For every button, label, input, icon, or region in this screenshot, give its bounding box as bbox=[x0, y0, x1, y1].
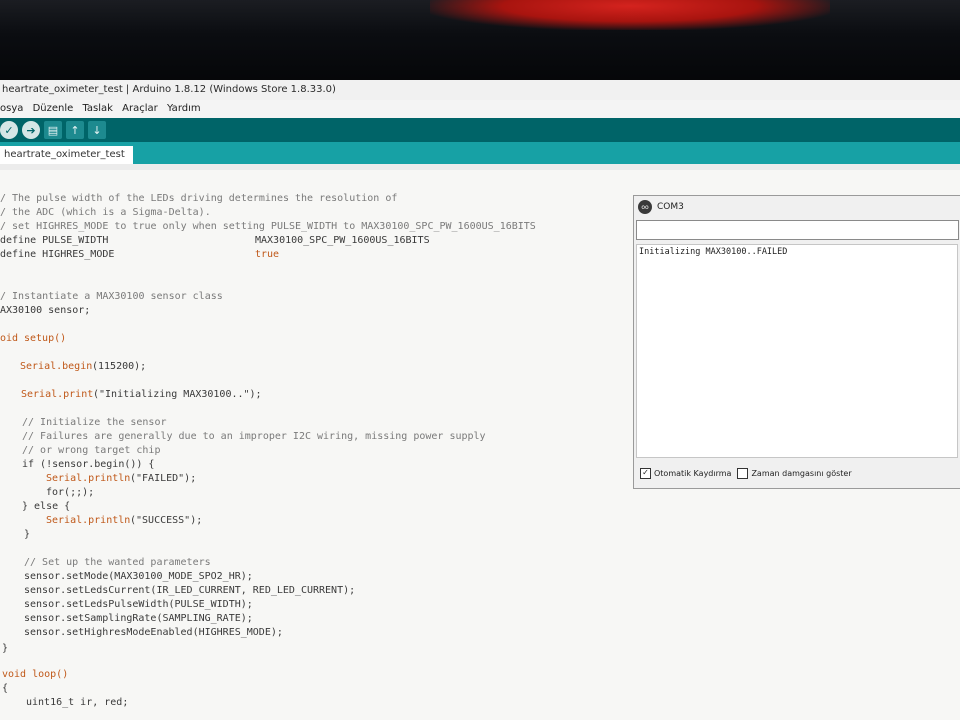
code-line: if (!sensor.begin()) { bbox=[22, 459, 155, 470]
code-line: // or wrong target chip bbox=[22, 445, 161, 456]
code-line: for(;;); bbox=[46, 487, 95, 498]
arrow-up-icon[interactable]: ↑ bbox=[66, 121, 84, 139]
code-line: // Failures are generally due to an impr… bbox=[22, 431, 486, 442]
menu-edit[interactable]: Düzenle bbox=[33, 103, 74, 114]
code-line: } bbox=[2, 643, 9, 654]
serial-monitor-titlebar: oo COM3 bbox=[634, 196, 960, 218]
code-line: (115200); bbox=[92, 361, 147, 372]
code-line: // Set up the wanted parameters bbox=[24, 557, 211, 568]
code-line: { bbox=[2, 683, 9, 694]
new-file-icon[interactable]: ▤ bbox=[44, 121, 62, 139]
code-line: ("FAILED"); bbox=[130, 473, 197, 484]
serial-monitor: oo COM3 Initializing MAX30100..FAILED ✓ … bbox=[633, 195, 960, 489]
arrow-down-icon[interactable]: ↓ bbox=[88, 121, 106, 139]
serial-port-title: COM3 bbox=[657, 202, 684, 212]
menu-file[interactable]: osya bbox=[0, 103, 23, 114]
code-line: void loop() bbox=[2, 669, 69, 680]
code-line: } else { bbox=[22, 501, 71, 512]
serial-output: Initializing MAX30100..FAILED bbox=[636, 244, 958, 458]
code-line: true bbox=[255, 249, 280, 260]
code-line: // Initialize the sensor bbox=[22, 417, 167, 428]
check-icon[interactable]: ✓ bbox=[0, 121, 18, 139]
menu-tools[interactable]: Araçlar bbox=[122, 103, 158, 114]
autoscroll-label: Otomatik Kaydırma bbox=[654, 468, 732, 478]
photo-red-object bbox=[430, 0, 830, 30]
code-line: sensor.setHighresModeEnabled(HIGHRES_MOD… bbox=[24, 627, 283, 638]
timestamp-checkbox[interactable] bbox=[737, 467, 749, 479]
code-line: } bbox=[24, 529, 31, 540]
code-line: uint16_t ir, red; bbox=[26, 697, 129, 708]
code-line: AX30100 sensor; bbox=[0, 305, 91, 316]
toolbar: ✓ ➔ ▤ ↑ ↓ bbox=[0, 118, 960, 142]
menu-help[interactable]: Yardım bbox=[167, 103, 201, 114]
serial-send-input[interactable] bbox=[636, 220, 959, 240]
code-line: oid bbox=[0, 333, 19, 344]
code-line: Serial.println bbox=[46, 473, 131, 484]
code-line: MAX30100_SPC_PW_1600US_16BITS bbox=[255, 235, 430, 246]
menu-sketch[interactable]: Taslak bbox=[82, 103, 113, 114]
menu-bar: osya Düzenle Taslak Araçlar Yardım bbox=[0, 100, 960, 118]
code-line: define HIGHRES_MODE bbox=[0, 249, 115, 260]
code-line: Serial.println bbox=[46, 515, 131, 526]
code-line: / Instantiate a MAX30100 sensor class bbox=[0, 291, 223, 302]
code-line: ("Initializing MAX30100.."); bbox=[93, 389, 262, 400]
code-line: ("SUCCESS"); bbox=[130, 515, 203, 526]
code-line: / set HIGHRES_MODE to true only when set… bbox=[0, 221, 536, 232]
code-line: / the ADC (which is a Sigma-Delta). bbox=[0, 207, 211, 218]
code-line: sensor.setSamplingRate(SAMPLING_RATE); bbox=[24, 613, 253, 624]
arduino-icon: oo bbox=[638, 200, 652, 214]
tab-bar: heartrate_oximeter_test bbox=[0, 142, 960, 164]
code-line: / The pulse width of the LEDs driving de… bbox=[0, 193, 398, 204]
code-line: Serial.print bbox=[21, 389, 94, 400]
code-line: sensor.setMode(MAX30100_MODE_SPO2_HR); bbox=[24, 571, 253, 582]
timestamp-label: Zaman damgasını göster bbox=[751, 468, 852, 478]
code-line: setup() bbox=[24, 333, 67, 344]
code-line: sensor.setLedsCurrent(IR_LED_CURRENT, RE… bbox=[24, 585, 356, 596]
autoscroll-checkbox[interactable]: ✓ bbox=[640, 467, 651, 479]
code-line: define PULSE_WIDTH bbox=[0, 235, 109, 246]
arrow-right-icon[interactable]: ➔ bbox=[22, 121, 40, 139]
code-line: sensor.setLedsPulseWidth(PULSE_WIDTH); bbox=[24, 599, 253, 610]
code-line: Serial.begin bbox=[20, 361, 93, 372]
window-title: heartrate_oximeter_test | Arduino 1.8.12… bbox=[0, 80, 960, 100]
tab-sketch[interactable]: heartrate_oximeter_test bbox=[0, 146, 133, 164]
serial-footer: ✓ Otomatik Kaydırma Zaman damgasını göst… bbox=[640, 466, 852, 480]
